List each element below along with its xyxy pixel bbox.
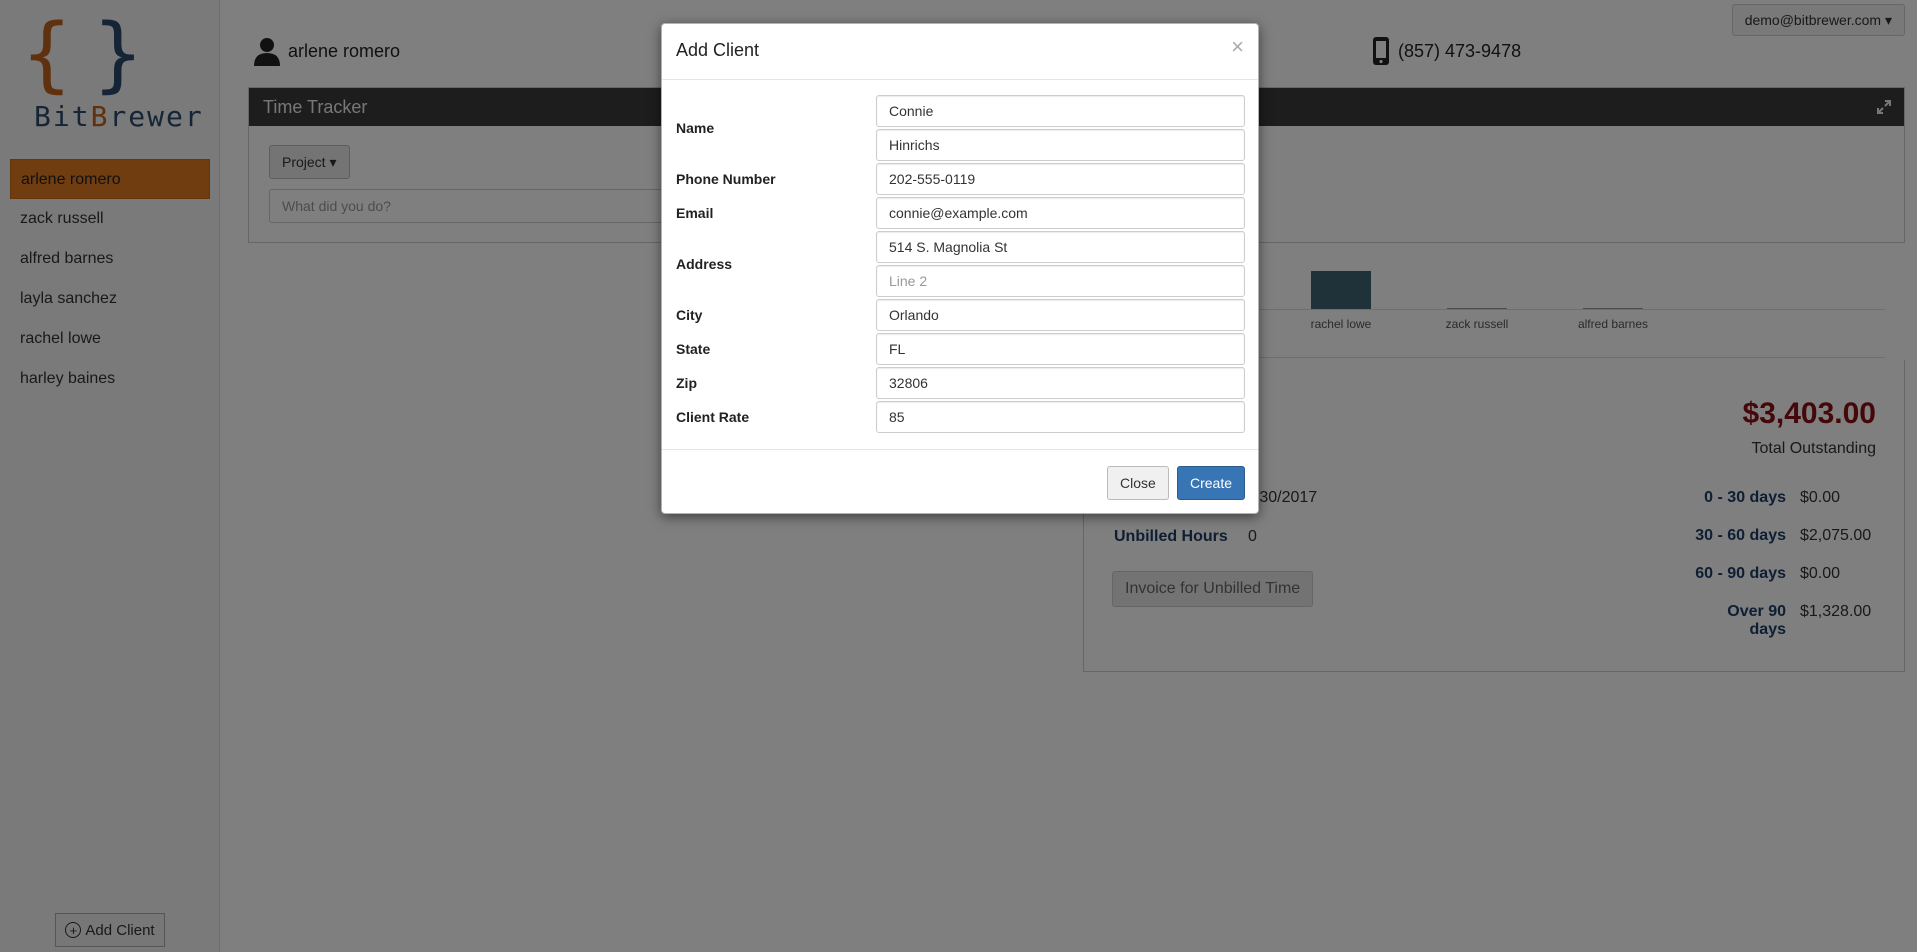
client-rate-input[interactable]: 85 bbox=[876, 401, 1245, 433]
email-label: Email bbox=[676, 205, 714, 221]
name-label: Name bbox=[676, 120, 715, 136]
close-icon[interactable]: × bbox=[1231, 36, 1244, 58]
state-label: State bbox=[676, 341, 711, 357]
phone-label: Phone Number bbox=[676, 171, 776, 187]
modal-header: Add Client × bbox=[662, 24, 1258, 80]
create-button[interactable]: Create bbox=[1177, 466, 1246, 500]
email-input[interactable]: connie@example.com bbox=[876, 197, 1245, 229]
address-line1-input[interactable]: 514 S. Magnolia St bbox=[876, 231, 1245, 263]
zip-input[interactable]: 32806 bbox=[876, 367, 1245, 399]
phone-input[interactable]: 202-555-0119 bbox=[876, 163, 1245, 195]
first-name-input[interactable]: Connie bbox=[876, 95, 1245, 127]
last-name-input[interactable]: Hinrichs bbox=[876, 129, 1245, 161]
add-client-modal: Add Client × Name Connie Hinrichs Phone … bbox=[661, 23, 1259, 514]
state-input[interactable]: FL bbox=[876, 333, 1245, 365]
close-button[interactable]: Close bbox=[1107, 466, 1169, 500]
city-label: City bbox=[676, 307, 703, 323]
city-input[interactable]: Orlando bbox=[876, 299, 1245, 331]
modal-title: Add Client bbox=[676, 40, 760, 60]
client-rate-label: Client Rate bbox=[676, 409, 750, 425]
address-label: Address bbox=[676, 256, 733, 272]
address-line2-input[interactable]: Line 2 bbox=[876, 265, 1245, 297]
zip-label: Zip bbox=[676, 375, 697, 391]
modal-footer: Close Create bbox=[662, 449, 1258, 515]
